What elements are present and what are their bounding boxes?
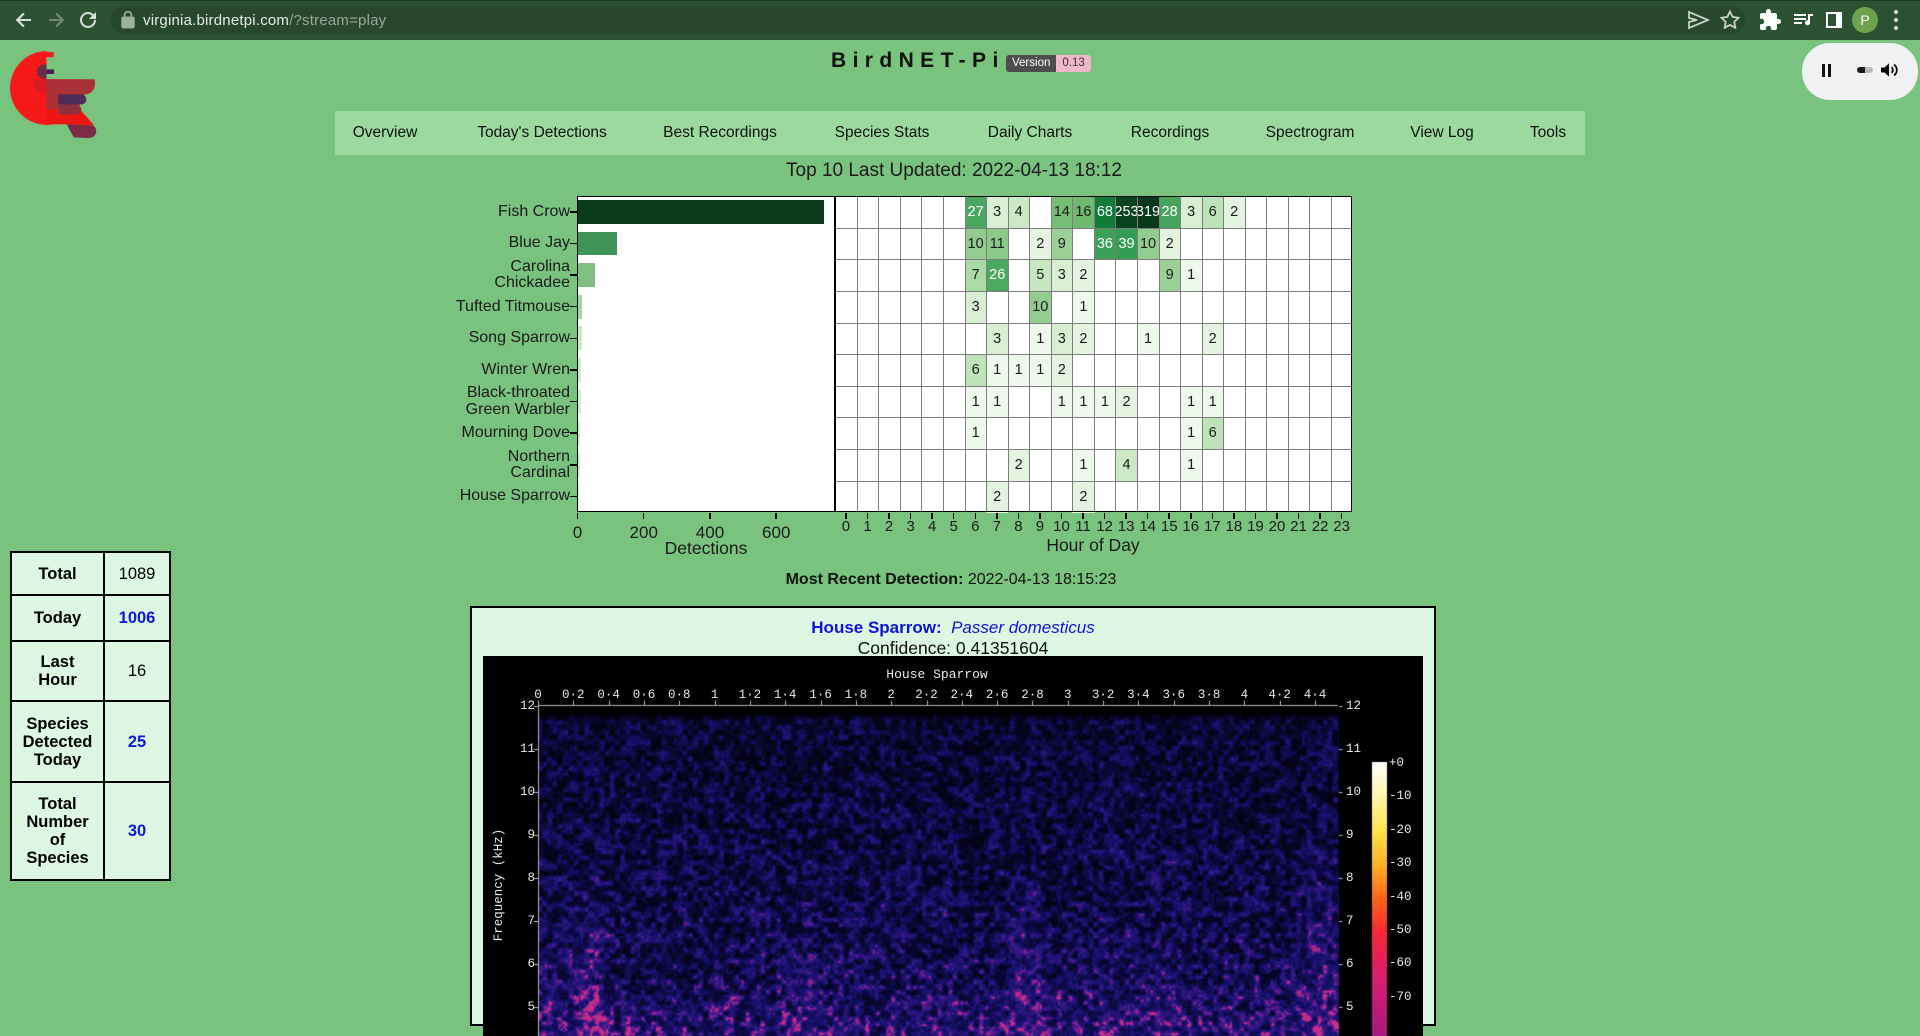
svg-text:P: P bbox=[1860, 12, 1869, 28]
